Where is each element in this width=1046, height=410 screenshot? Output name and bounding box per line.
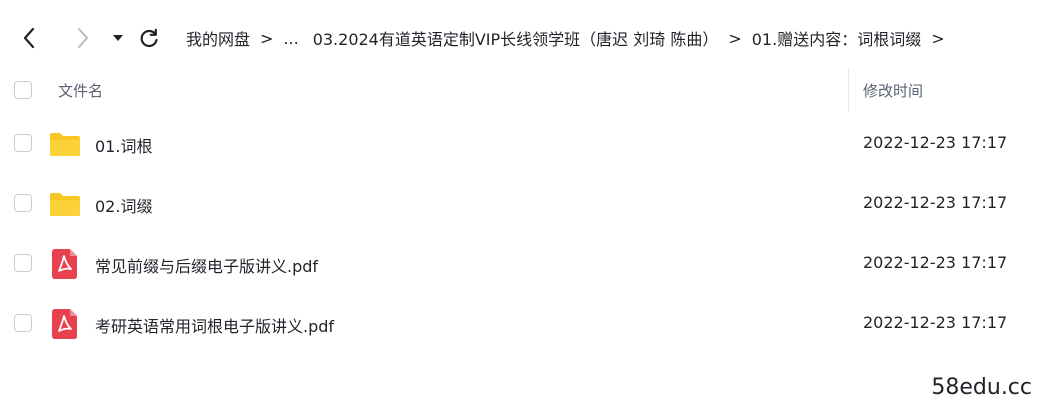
refresh-icon <box>140 28 158 48</box>
breadcrumb-separator: > <box>260 28 274 48</box>
column-header-name[interactable]: 文件名 <box>58 80 103 101</box>
breadcrumb-separator: > <box>728 28 742 48</box>
toolbar: 我的网盘 > ... 03.2024有道英语定制VIP长线领学班（唐迟 刘琦 陈… <box>0 0 1046 76</box>
file-list: 01.词根 2022-12-23 17:17 02.词缀 2022-12-23 … <box>0 114 1046 354</box>
row-checkbox[interactable] <box>14 194 32 212</box>
file-row[interactable]: 02.词缀 2022-12-23 17:17 <box>0 174 1046 234</box>
row-checkbox[interactable] <box>14 134 32 152</box>
column-header-modified-time[interactable]: 修改时间 <box>863 80 923 101</box>
file-modified-time: 2022-12-23 17:17 <box>863 133 1008 152</box>
breadcrumb-parent[interactable]: 03.2024有道英语定制VIP长线领学班（唐迟 刘琦 陈曲） <box>313 26 719 50</box>
forward-button[interactable] <box>68 23 98 53</box>
file-row[interactable]: 01.词根 2022-12-23 17:17 <box>0 114 1046 174</box>
column-divider[interactable] <box>848 68 849 112</box>
refresh-button[interactable] <box>134 23 164 53</box>
file-row[interactable]: 常见前缀与后缀电子版讲义.pdf 2022-12-23 17:17 <box>0 234 1046 294</box>
breadcrumb: 我的网盘 > ... 03.2024有道英语定制VIP长线领学班（唐迟 刘琦 陈… <box>186 26 955 50</box>
watermark: 58edu.cc <box>931 375 1032 400</box>
file-name[interactable]: 02.词缀 <box>95 193 152 217</box>
file-name[interactable]: 01.词根 <box>95 133 152 157</box>
chevron-right-icon <box>78 28 88 48</box>
breadcrumb-separator: > <box>931 28 945 48</box>
pdf-file-icon <box>48 247 82 281</box>
breadcrumb-root[interactable]: 我的网盘 <box>186 26 250 50</box>
folder-icon <box>48 127 82 161</box>
caret-down-icon <box>113 35 123 41</box>
breadcrumb-current: 01.赠送内容：词根词缀 <box>751 30 922 49</box>
file-row[interactable]: 考研英语常用词根电子版讲义.pdf 2022-12-23 17:17 <box>0 294 1046 354</box>
file-name[interactable]: 常见前缀与后缀电子版讲义.pdf <box>95 253 318 277</box>
select-all-checkbox[interactable] <box>14 81 32 99</box>
back-button[interactable] <box>14 23 44 53</box>
history-dropdown-button[interactable] <box>108 23 128 53</box>
pdf-file-icon <box>48 307 82 341</box>
chevron-left-icon <box>23 27 35 49</box>
file-list-header: 文件名 修改时间 <box>0 68 1046 112</box>
file-name[interactable]: 考研英语常用词根电子版讲义.pdf <box>95 313 334 337</box>
folder-icon <box>48 187 82 221</box>
row-checkbox[interactable] <box>14 254 32 272</box>
file-modified-time: 2022-12-23 17:17 <box>863 313 1008 332</box>
file-modified-time: 2022-12-23 17:17 <box>863 193 1008 212</box>
file-modified-time: 2022-12-23 17:17 <box>863 253 1008 272</box>
breadcrumb-ellipsis[interactable]: ... <box>283 29 298 48</box>
row-checkbox[interactable] <box>14 314 32 332</box>
